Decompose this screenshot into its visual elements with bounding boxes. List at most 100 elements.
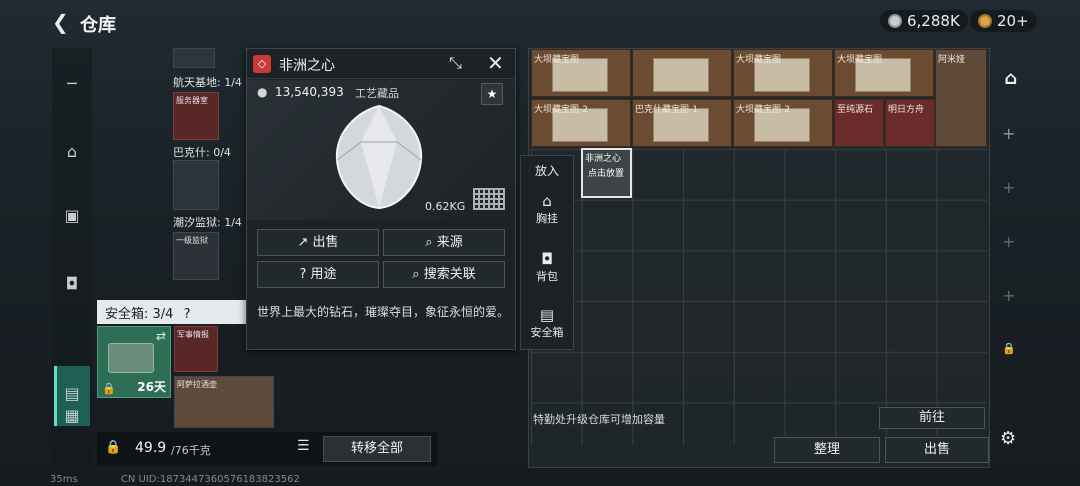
help-icon[interactable]: ?	[184, 307, 191, 322]
put-in-label: 放入	[534, 164, 559, 178]
item-slot[interactable]	[173, 48, 215, 68]
item-name: 至纯源石	[837, 105, 874, 115]
transfer-all-button[interactable]: 转移全部	[323, 436, 431, 462]
safe-box[interactable]: ⇄ 🔒 26天	[97, 326, 171, 398]
sell-all-button[interactable]: 出售	[885, 437, 989, 463]
item-title: 非洲之心	[279, 58, 335, 74]
safe-box-days: 26天	[137, 380, 166, 394]
item-preview: ● 13,540,393 工艺藏品 ★ 0.62KG	[247, 80, 515, 220]
slot-label: 航天基地: 1/4	[173, 76, 242, 89]
map-image	[653, 58, 709, 92]
originium-item[interactable]: 至纯源石	[834, 99, 884, 147]
map-item[interactable]: 巴克什藏宝图-1	[632, 99, 732, 147]
item-name: 一级监狱	[176, 236, 208, 245]
weight-icon: 🔒	[105, 440, 122, 455]
rarity-diamond-icon: ◇	[253, 55, 271, 73]
item-name: 阿米娅	[938, 55, 966, 65]
server-room-item[interactable]: 服务器室	[173, 92, 219, 140]
favorite-star-icon[interactable]: ★	[481, 83, 503, 105]
storage-home-icon[interactable]: ⌂	[998, 68, 1024, 94]
map-item[interactable]: 大坝藏宝图-2	[733, 99, 833, 147]
search-icon: ⌕	[425, 235, 433, 250]
item-name: 大坝藏宝图-2	[736, 105, 790, 115]
backpack-option[interactable]: ◘ 背包	[521, 250, 573, 284]
backpack-label: 背包	[536, 270, 558, 283]
item-price: 13,540,393	[275, 85, 344, 99]
usage-label: 用途	[310, 267, 337, 282]
backpack-icon[interactable]: ◘	[62, 274, 82, 294]
gun-icon[interactable]: ─	[62, 74, 82, 94]
item-name: 巴克什藏宝图-1	[635, 105, 698, 115]
safe-box-icon[interactable]: ▤	[62, 384, 82, 404]
weight-bar: 🔒 49.9 /76千克 ☰ 转移全部	[97, 432, 437, 466]
map-item[interactable]: 大坝藏宝图-2	[531, 99, 631, 147]
silver-currency: 6,288K	[880, 10, 968, 32]
price-coin-icon: ●	[257, 85, 268, 99]
item-description: 世界上最大的钻石，璀璨夺目，象征永恒的爱。	[257, 305, 510, 319]
search-icon: ⌕	[412, 267, 420, 282]
armor-icon[interactable]: ▣	[62, 206, 82, 226]
goto-button[interactable]: 前往	[879, 407, 985, 429]
upgrade-tip: 特勤处升级仓库可增加容量	[533, 413, 665, 426]
flask-item[interactable]: 阿萨拉酒壶	[174, 376, 274, 428]
source-button[interactable]: ⌕ 来源	[383, 229, 505, 256]
gold-coin-icon	[978, 14, 992, 28]
collapse-icon[interactable]: ⤡	[449, 53, 462, 73]
safe-box-count: 安全箱: 3/4	[105, 307, 174, 322]
source-label: 来源	[436, 235, 463, 250]
settings-gear-icon[interactable]: ⚙	[1000, 428, 1016, 449]
military-intel-item[interactable]: 军事情报	[174, 326, 218, 372]
page-title: 仓库	[80, 15, 116, 36]
diamond-image	[335, 104, 423, 210]
toolbox-icon[interactable]: ▦	[62, 406, 82, 426]
item-name: 军事情报	[177, 330, 209, 339]
put-in-menu: 放入 ⌂ 胸挂 ◘ 背包 ▤ 安全箱	[520, 155, 574, 350]
gold-amount: 20+	[997, 12, 1029, 30]
sell-label: 出售	[312, 235, 339, 250]
close-icon[interactable]: ✕	[487, 51, 504, 75]
question-icon: ?	[299, 267, 307, 282]
organize-button[interactable]: 整理	[774, 437, 880, 463]
map-item[interactable]: 大坝藏宝图	[531, 49, 631, 97]
held-item-hint: 点击放置	[588, 169, 625, 179]
add-tab-icon[interactable]: +	[1002, 124, 1015, 143]
add-tab-icon[interactable]: +	[1002, 178, 1015, 197]
map-item[interactable]: 大坝藏宝图	[733, 49, 833, 97]
map-item[interactable]	[632, 49, 732, 97]
held-item-cell[interactable]: 非洲之心 点击放置	[581, 148, 632, 198]
slot-label: 巴克什: 0/4	[173, 146, 231, 159]
usage-button[interactable]: ? 用途	[257, 261, 379, 288]
item-name: 大坝藏宝图-2	[534, 105, 588, 115]
backpack-icon: ◘	[541, 250, 553, 268]
item-name: 阿萨拉酒壶	[177, 380, 217, 389]
chest-rig-option[interactable]: ⌂ 胸挂	[521, 192, 573, 226]
search-related-label: 搜索关联	[423, 267, 476, 282]
sell-button[interactable]: ↗ 出售	[257, 229, 379, 256]
item-name: 服务器室	[176, 96, 208, 105]
back-arrow-icon[interactable]: ❮	[52, 12, 72, 32]
add-tab-icon[interactable]: +	[1002, 286, 1015, 305]
chest-rig-icon[interactable]: ⌂	[62, 142, 82, 162]
empty-slot[interactable]	[173, 160, 219, 210]
safe-box-option[interactable]: ▤ 安全箱	[521, 306, 573, 340]
search-related-button[interactable]: ⌕ 搜索关联	[383, 261, 505, 288]
locked-tab-icon: 🔒	[1002, 342, 1016, 355]
add-tab-icon[interactable]: +	[1002, 232, 1015, 251]
prison-key-item[interactable]: 一级监狱	[173, 232, 219, 280]
safe-box-header: 安全箱: 3/4 ?	[97, 300, 247, 324]
chest-rig-label: 胸挂	[536, 212, 558, 225]
slot-label: 潮汐监狱: 1/4	[173, 216, 242, 229]
swap-icon[interactable]: ⇄	[156, 329, 166, 343]
amiya-figure-item[interactable]: 阿米娅	[935, 49, 987, 147]
item-weight: 0.62KG	[425, 200, 466, 213]
status-bar: 35ms CN UID:1873447360576183823562	[50, 474, 300, 485]
safe-box-label: 安全箱	[530, 326, 564, 339]
safe-box-icon: ▤	[539, 306, 555, 324]
popup-header: ◇ 非洲之心 ⤡ ✕	[247, 49, 515, 79]
safe-box-image	[108, 343, 154, 373]
arknights-item[interactable]: 明日方舟	[885, 99, 935, 147]
map-item[interactable]: 大坝藏宝图	[834, 49, 934, 97]
gold-currency[interactable]: 20+	[970, 10, 1037, 32]
sell-icon: ↗	[297, 235, 309, 250]
list-icon[interactable]: ☰	[297, 438, 317, 458]
